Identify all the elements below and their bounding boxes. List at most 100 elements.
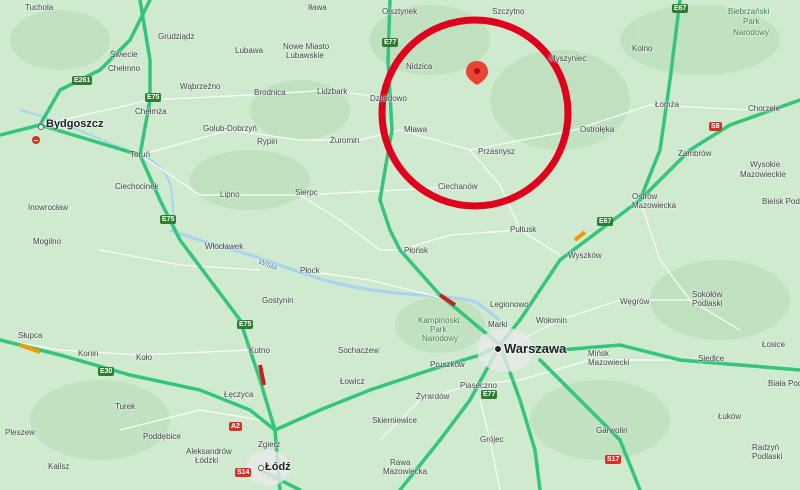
map-canvas[interactable]: Bydgoszcz Warszawa Łódź Tuchola Iława Ol… (0, 0, 800, 490)
town-label[interactable]: Płock (300, 266, 320, 275)
town-label[interactable]: Gostynin (262, 296, 294, 305)
park-label[interactable]: Park (430, 325, 446, 334)
road-shield-s8: S8 (709, 122, 722, 131)
town-label[interactable]: Mińsk (588, 349, 609, 358)
town-label[interactable]: Lipno (220, 190, 240, 199)
town-label[interactable]: Olsztynek (382, 7, 417, 16)
city-label-warszawa[interactable]: Warszawa (504, 341, 566, 356)
town-label[interactable]: Nowe Miasto (283, 42, 329, 51)
town-label[interactable]: Tuchola (25, 3, 53, 12)
town-label[interactable]: Poddębice (143, 432, 181, 441)
town-label[interactable]: Siedlce (698, 354, 724, 363)
town-label[interactable]: Kalisz (48, 462, 69, 471)
town-label[interactable]: Inowrocław (28, 203, 68, 212)
town-label[interactable]: Chorzele (748, 104, 780, 113)
town-label[interactable]: Skierniewice (372, 416, 417, 425)
road-shield-e67: E67 (672, 4, 689, 13)
town-label[interactable]: Żuromin (330, 136, 359, 145)
town-label[interactable]: Lubawa (235, 46, 263, 55)
town-label[interactable]: Podlaski (692, 299, 722, 308)
town-label[interactable]: Świecie (110, 50, 138, 59)
town-label[interactable]: Łomża (655, 100, 679, 109)
town-label[interactable]: Turek (115, 402, 135, 411)
town-label[interactable]: Łuków (718, 412, 741, 421)
town-label[interactable]: Węgrów (620, 297, 649, 306)
town-label[interactable]: Myszyniec (549, 54, 586, 63)
town-label[interactable]: Pułtusk (510, 225, 536, 234)
town-label[interactable]: Sokołów (692, 290, 722, 299)
park-label[interactable]: Biebrzański (728, 7, 769, 16)
town-label[interactable]: Mława (404, 125, 427, 134)
town-label[interactable]: Mazowiecki (588, 358, 629, 367)
town-label[interactable]: Iława (308, 3, 327, 12)
town-label[interactable]: Pleszew (5, 428, 35, 437)
town-label[interactable]: Ostrołęka (580, 125, 614, 134)
town-label[interactable]: Golub-Dobrzyń (203, 124, 257, 133)
town-label[interactable]: Grudziądz (158, 32, 194, 41)
park-label[interactable]: Narodowy (733, 28, 769, 37)
town-label[interactable]: Przasnysz (478, 147, 515, 156)
town-label[interactable]: Mazowieckie (740, 170, 786, 179)
town-label[interactable]: Konin (78, 349, 98, 358)
road-shield-e75: E75 (160, 215, 177, 224)
town-label[interactable]: Mazowiecka (632, 201, 676, 210)
town-label[interactable]: Ciechanów (438, 182, 478, 191)
park-label[interactable]: Narodowy (422, 334, 458, 343)
no-entry-icon (32, 136, 40, 144)
town-label[interactable]: Toruń (130, 150, 150, 159)
town-label[interactable]: Rypin (257, 137, 277, 146)
town-label[interactable]: Sochaczew (338, 346, 379, 355)
town-label[interactable]: Ciechocinek (115, 182, 159, 191)
town-label[interactable]: Brodnica (254, 88, 286, 97)
park-label[interactable]: Park (743, 17, 759, 26)
town-label[interactable]: Rawa (390, 458, 410, 467)
town-label[interactable]: Wołomin (536, 316, 567, 325)
town-label[interactable]: Szczytno (492, 7, 524, 16)
town-label[interactable]: Wysokie (750, 160, 780, 169)
town-label[interactable]: Włocławek (205, 242, 243, 251)
forest-patches (10, 5, 790, 460)
road-shield-e67: E67 (597, 217, 614, 226)
town-label[interactable]: Łęczyca (224, 390, 253, 399)
town-label[interactable]: Mogilno (33, 237, 61, 246)
road-shield-e77: E77 (382, 38, 399, 47)
town-label[interactable]: Garwolin (596, 426, 628, 435)
town-label[interactable]: Marki (488, 320, 508, 329)
town-label[interactable]: Zgierz (258, 440, 280, 449)
town-label[interactable]: Chełmno (108, 64, 140, 73)
town-label[interactable]: Łosice (762, 340, 785, 349)
city-label-bydgoszcz[interactable]: Bydgoszcz (46, 118, 103, 130)
town-label[interactable]: Grójec (480, 435, 504, 444)
town-label[interactable]: Lubawskie (286, 51, 324, 60)
park-label[interactable]: Kampinoski (418, 316, 459, 325)
town-label[interactable]: Mazowiecka (383, 467, 427, 476)
town-label[interactable]: Bielsk Pod (762, 197, 800, 206)
town-label[interactable]: Ostrów (632, 192, 657, 201)
town-label[interactable]: Legionowo (490, 300, 529, 309)
town-label[interactable]: Lidzbark (317, 87, 347, 96)
town-label[interactable]: Żyrardów (416, 392, 449, 401)
town-label[interactable]: Biała Pod (768, 379, 800, 388)
town-label[interactable]: Pruszków (430, 360, 465, 369)
town-label[interactable]: Piaseczno (460, 381, 497, 390)
road-shield-a2: A2 (229, 422, 242, 431)
town-label[interactable]: Łódzki (195, 456, 218, 465)
town-label[interactable]: Koło (136, 353, 152, 362)
town-label[interactable]: Zambrów (678, 149, 711, 158)
town-label[interactable]: Nidzica (406, 62, 432, 71)
town-label[interactable]: Aleksandrów (186, 447, 232, 456)
town-label[interactable]: Radzyń (752, 443, 779, 452)
town-label[interactable]: Kolno (632, 44, 652, 53)
town-label[interactable]: Kutno (249, 346, 270, 355)
town-label[interactable]: Wyszków (568, 251, 602, 260)
town-label[interactable]: Słupca (18, 331, 42, 340)
town-label[interactable]: Podlaski (752, 452, 782, 461)
town-label[interactable]: Sierpc (295, 188, 318, 197)
town-label[interactable]: Wąbrzeźno (180, 82, 220, 91)
city-label-lodz[interactable]: Łódź (265, 461, 291, 473)
town-label[interactable]: Chełmża (135, 107, 167, 116)
town-label[interactable]: Łowicz (340, 377, 364, 386)
town-label[interactable]: Działdowo (370, 94, 407, 103)
map-pin-icon[interactable] (466, 61, 488, 85)
town-label[interactable]: Płońsk (404, 246, 428, 255)
